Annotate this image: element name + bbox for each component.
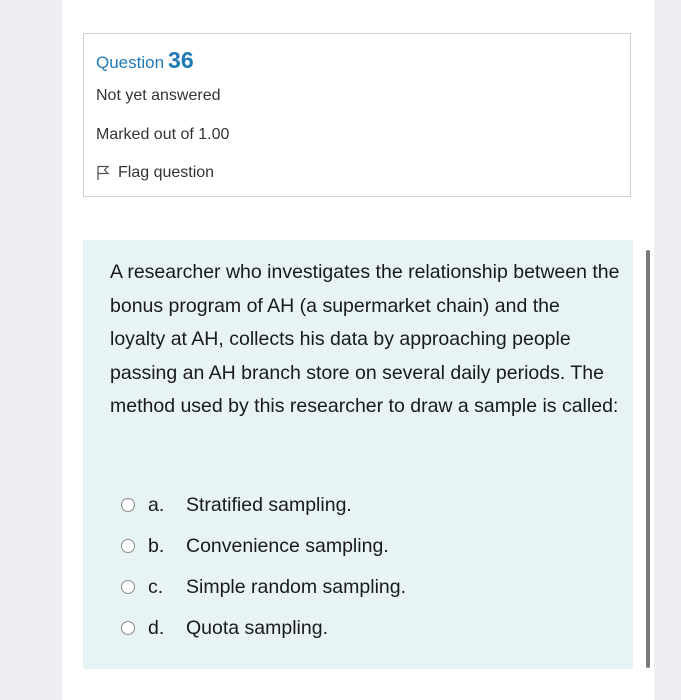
option-label: Simple random sampling.	[186, 575, 407, 598]
option-c[interactable]: c. Simple random sampling.	[121, 572, 406, 602]
option-letter: b.	[148, 534, 165, 557]
question-text: A researcher who investigates the relati…	[110, 261, 620, 417]
question-label: Question	[96, 53, 165, 72]
option-d[interactable]: d. Quota sampling.	[121, 613, 328, 643]
flag-question-label: Flag question	[118, 164, 215, 181]
radio-button[interactable]	[121, 498, 135, 512]
question-info-panel: Question 36 Not yet answered Marked out o…	[83, 33, 631, 197]
flag-question-link[interactable]: Flag question	[96, 164, 214, 182]
radio-button[interactable]	[121, 580, 135, 594]
option-label: Quota sampling.	[186, 616, 328, 639]
question-title: Question 36	[96, 47, 194, 74]
option-label: Stratified sampling.	[186, 493, 352, 516]
flag-icon	[96, 165, 110, 181]
question-number: 36	[168, 47, 194, 73]
question-content-panel: A researcher who investigates the relati…	[83, 240, 633, 669]
marks-info: Marked out of 1.00	[96, 126, 230, 143]
radio-button[interactable]	[121, 621, 135, 635]
option-letter: d.	[148, 616, 165, 639]
answer-status: Not yet answered	[96, 87, 221, 104]
option-letter: a.	[148, 493, 165, 516]
radio-button[interactable]	[121, 539, 135, 553]
option-b[interactable]: b. Convenience sampling.	[121, 531, 389, 561]
scrollbar[interactable]	[646, 250, 650, 668]
option-label: Convenience sampling.	[186, 534, 389, 557]
option-letter: c.	[148, 575, 164, 598]
option-a[interactable]: a. Stratified sampling.	[121, 490, 352, 520]
